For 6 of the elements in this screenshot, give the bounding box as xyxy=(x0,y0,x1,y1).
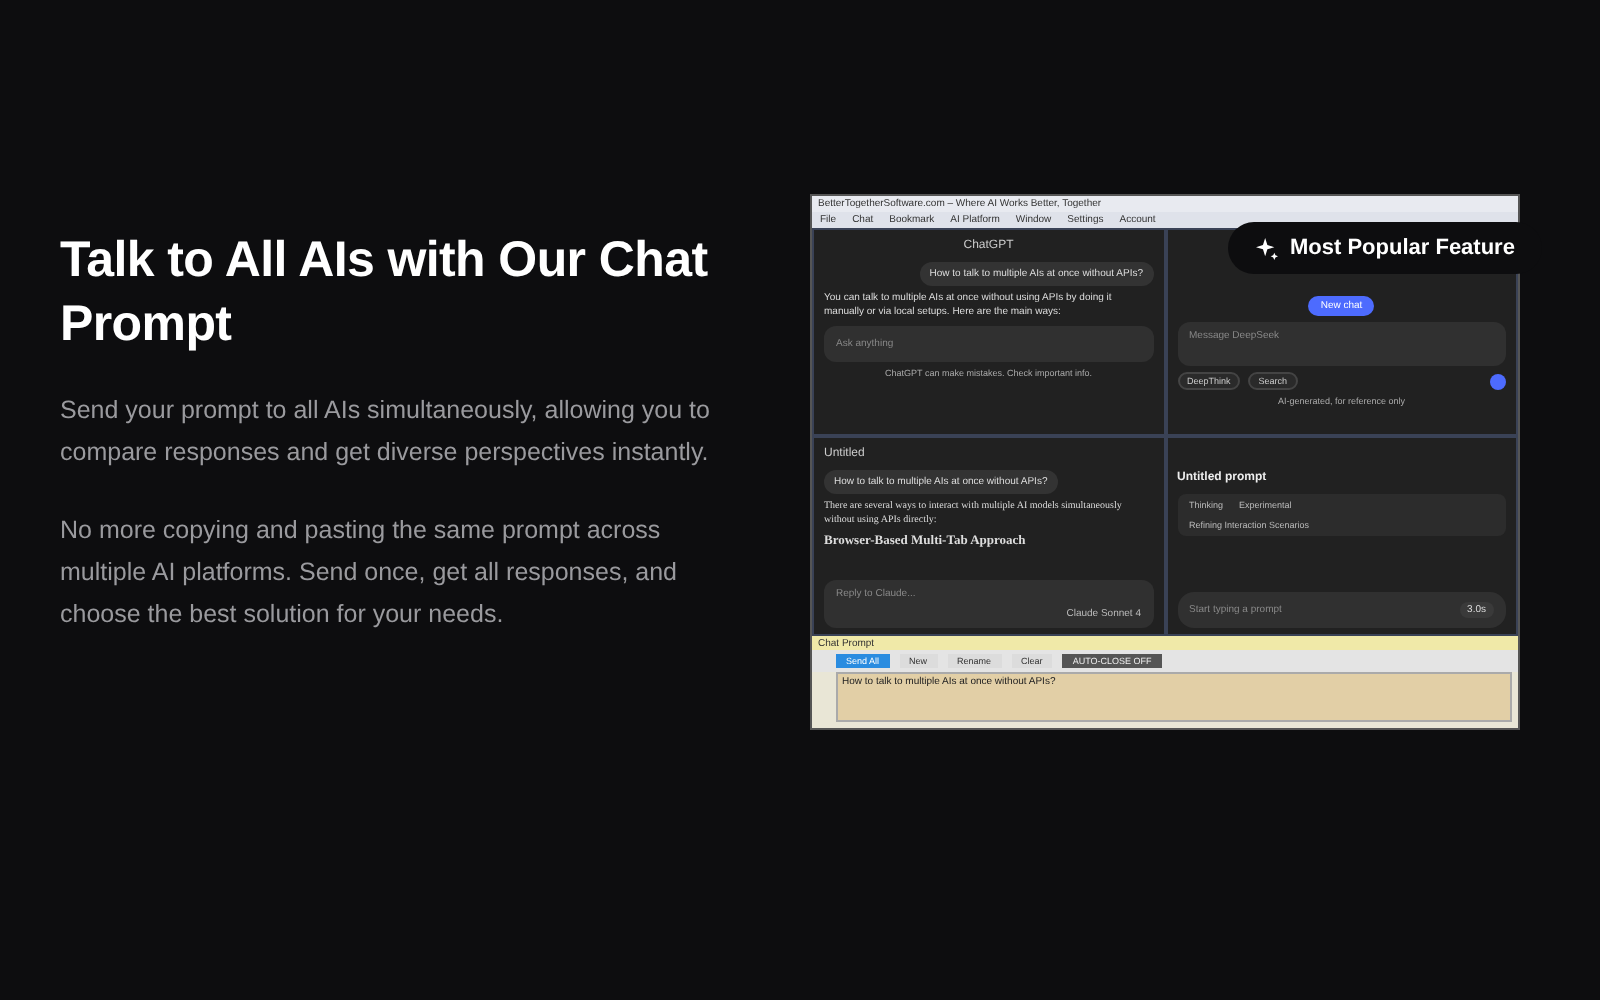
badge-label: Most Popular Feature xyxy=(1290,236,1515,260)
hero-paragraph: Send your prompt to all AIs simultaneously, allowing you to compare responses and get diverse perspectives instantly. xyxy=(60,394,712,470)
sparkle-icon xyxy=(1256,237,1278,259)
hero-heading: Talk to All AIs with Our Chat Prompt xyxy=(60,230,710,356)
hero-paragraph: No more copying and pasting the same prompt across multiple AI platforms. Send once, get all responses, and choose the best solution for your needs. xyxy=(60,514,680,632)
send-icon[interactable] xyxy=(1490,373,1506,389)
